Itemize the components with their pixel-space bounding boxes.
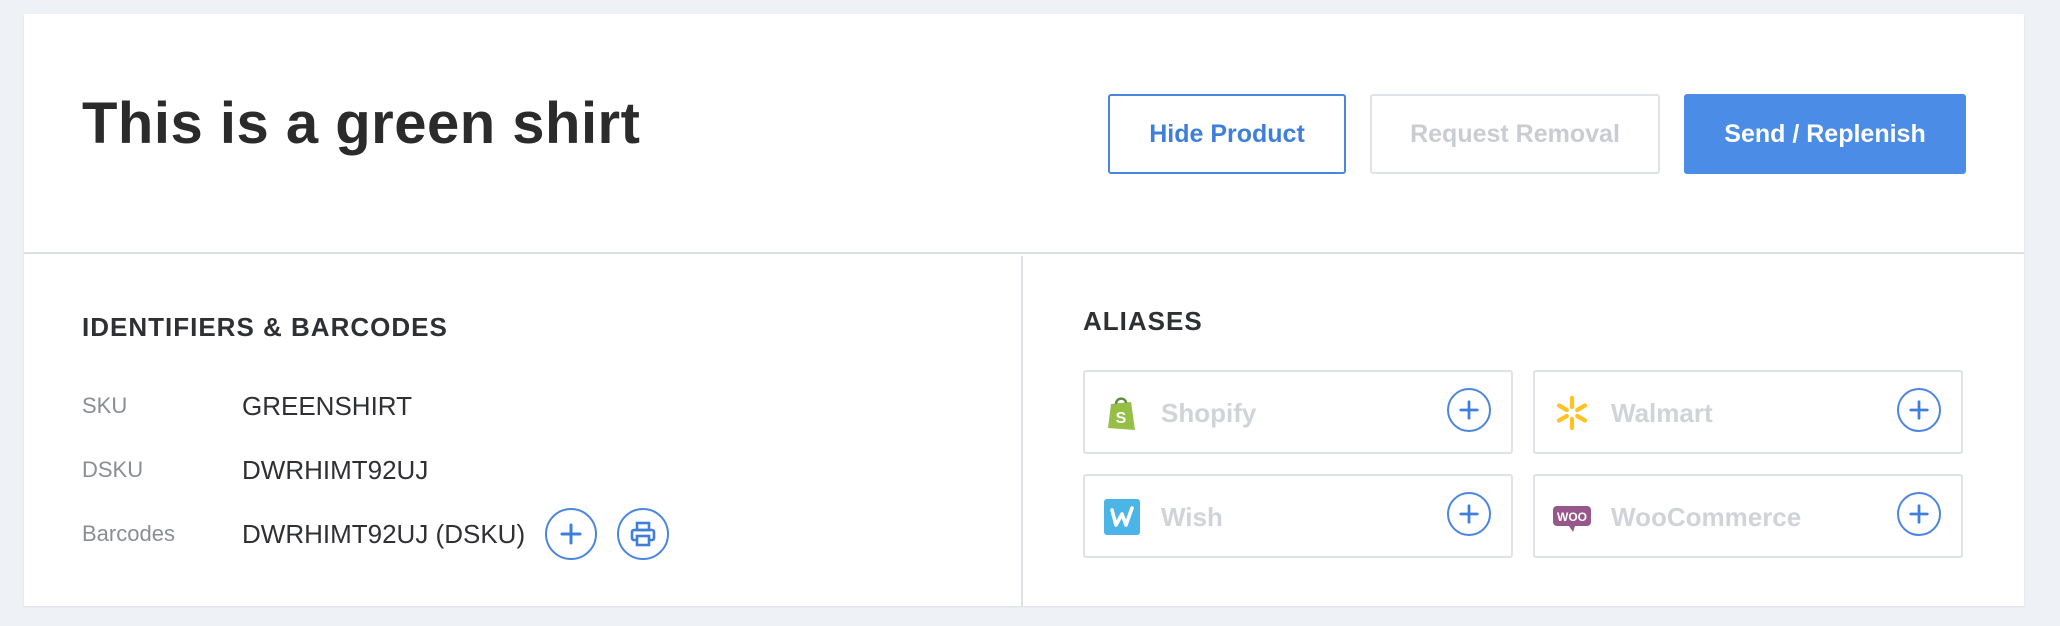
alias-shopify[interactable]: S Shopify: [1083, 370, 1513, 454]
print-barcode-button[interactable]: [617, 508, 670, 560]
add-barcode-button[interactable]: [545, 508, 598, 560]
add-alias-shopify-button[interactable]: [1447, 388, 1491, 432]
page-title: This is a green shirt: [82, 91, 641, 156]
add-alias-walmart-button[interactable]: [1897, 388, 1941, 432]
barcodes-value: DWRHIMT92UJ (DSKU): [242, 518, 526, 549]
printer-icon: [630, 521, 656, 547]
add-alias-woocommerce-button[interactable]: [1897, 492, 1941, 536]
alias-wish[interactable]: Wish: [1083, 474, 1513, 558]
alias-woocommerce[interactable]: WOO WooCommerce: [1533, 474, 1963, 558]
barcode-actions: [545, 508, 670, 560]
identifiers-panel: IDENTIFIERS & BARCODES SKU GREENSHIRT DS…: [24, 256, 1023, 606]
aliases-panel: ALIASES S Shopify Walmart Wish WOO WooCo…: [1025, 256, 2024, 606]
svg-text:S: S: [1116, 410, 1127, 427]
product-card: This is a green shirt Hide Product Reque…: [24, 14, 2024, 606]
plus-icon: [1459, 400, 1479, 420]
alias-name-shopify: Shopify: [1161, 398, 1257, 428]
identifiers-section-title: IDENTIFIERS & BARCODES: [82, 312, 448, 342]
walmart-icon: [1556, 395, 1588, 431]
sku-value: GREENSHIRT: [242, 390, 412, 421]
sku-row: SKU GREENSHIRT: [82, 386, 412, 426]
svg-text:WOO: WOO: [1557, 510, 1587, 524]
dsku-label: DSKU: [82, 457, 144, 482]
dsku-value: DWRHIMT92UJ: [242, 454, 429, 485]
dsku-row: DSKU DWRHIMT92UJ: [82, 450, 428, 490]
plus-icon: [1909, 400, 1929, 420]
plus-icon: [560, 523, 582, 545]
add-alias-wish-button[interactable]: [1447, 492, 1491, 536]
alias-walmart[interactable]: Walmart: [1533, 370, 1963, 454]
barcodes-row: Barcodes DWRHIMT92UJ (DSKU): [82, 508, 670, 560]
wish-icon: [1104, 499, 1140, 535]
alias-name-walmart: Walmart: [1611, 398, 1713, 428]
send-replenish-button[interactable]: Send / Replenish: [1684, 94, 1966, 174]
woocommerce-icon: WOO: [1553, 506, 1591, 532]
hide-product-button[interactable]: Hide Product: [1108, 94, 1346, 174]
alias-name-wish: Wish: [1161, 502, 1223, 532]
barcodes-label: Barcodes: [82, 521, 175, 546]
shopify-icon: S: [1108, 397, 1135, 430]
request-removal-button[interactable]: Request Removal: [1370, 94, 1660, 174]
alias-name-woocommerce: WooCommerce: [1611, 502, 1802, 532]
plus-icon: [1909, 504, 1929, 524]
plus-icon: [1459, 504, 1479, 524]
aliases-section-title: ALIASES: [1083, 306, 1203, 336]
sku-label: SKU: [82, 393, 128, 418]
product-header: This is a green shirt Hide Product Reque…: [24, 14, 2024, 254]
